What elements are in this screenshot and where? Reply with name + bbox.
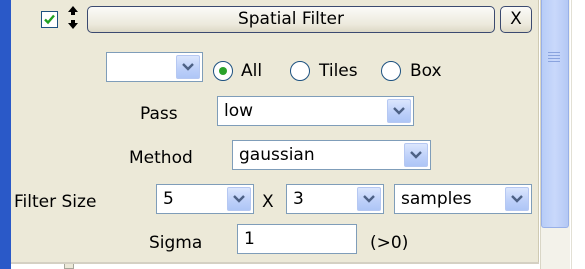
- filter-size-unit-select[interactable]: samples: [394, 184, 532, 214]
- filter-size-x-select[interactable]: 5: [156, 184, 254, 214]
- radio-all[interactable]: [213, 61, 233, 81]
- chevron-down-icon: [233, 195, 245, 203]
- outer-background: [571, 0, 585, 269]
- radio-tiles[interactable]: [290, 61, 310, 81]
- filter-size-label: Filter Size: [14, 192, 97, 212]
- pass-label: Pass: [140, 104, 178, 124]
- dropdown-button[interactable]: [505, 187, 529, 211]
- radio-box-label[interactable]: Box: [410, 61, 442, 81]
- panel-gap: [11, 264, 539, 269]
- left-accent-strip: [0, 0, 11, 269]
- radio-selected-dot: [219, 67, 227, 75]
- method-select-value: gaussian: [239, 145, 315, 165]
- chevron-down-icon: [410, 151, 422, 159]
- enable-filter-checkbox[interactable]: [41, 11, 58, 28]
- sigma-input-value: 1: [244, 229, 255, 249]
- sigma-input[interactable]: 1: [237, 224, 357, 254]
- chevron-down-icon: [182, 63, 194, 71]
- method-label: Method: [129, 148, 193, 168]
- scroll-grip-line: [548, 55, 560, 56]
- method-select[interactable]: gaussian: [232, 140, 431, 170]
- radio-all-label[interactable]: All: [241, 61, 262, 81]
- dropdown-button[interactable]: [404, 143, 428, 167]
- filter-size-y-select[interactable]: 3: [286, 184, 384, 214]
- sigma-hint: (>0): [370, 233, 409, 253]
- chevron-down-icon: [363, 195, 375, 203]
- chevron-down-icon: [393, 107, 405, 115]
- radio-box[interactable]: [381, 61, 401, 81]
- filter-size-unit-value: samples: [401, 189, 472, 209]
- checkmark-icon: [44, 14, 55, 25]
- region-select[interactable]: [106, 52, 203, 82]
- dropdown-button[interactable]: [357, 187, 381, 211]
- dropdown-button[interactable]: [176, 55, 200, 79]
- filter-size-y-value: 3: [293, 189, 304, 209]
- pass-select[interactable]: low: [217, 96, 414, 126]
- sort-arrows-icon[interactable]: [66, 5, 80, 31]
- chevron-down-icon: [511, 195, 523, 203]
- section-title-button[interactable]: Spatial Filter: [87, 6, 495, 33]
- scrollbar-thumb[interactable]: [541, 0, 569, 228]
- sigma-label: Sigma: [149, 233, 203, 253]
- pass-select-value: low: [224, 101, 254, 121]
- close-button[interactable]: X: [500, 6, 532, 33]
- dropdown-button[interactable]: [227, 187, 251, 211]
- radio-tiles-label[interactable]: Tiles: [319, 61, 358, 81]
- spatial-filter-window: Spatial Filter X All Tiles Box Pass low …: [0, 0, 585, 269]
- scroll-grip-line: [548, 61, 560, 62]
- filter-size-x-value: 5: [163, 189, 174, 209]
- filter-size-separator: X: [262, 192, 274, 212]
- dropdown-button[interactable]: [387, 99, 411, 123]
- scroll-grip-line: [548, 58, 560, 59]
- next-panel-edge: [64, 264, 74, 269]
- scroll-grip-line: [548, 52, 560, 53]
